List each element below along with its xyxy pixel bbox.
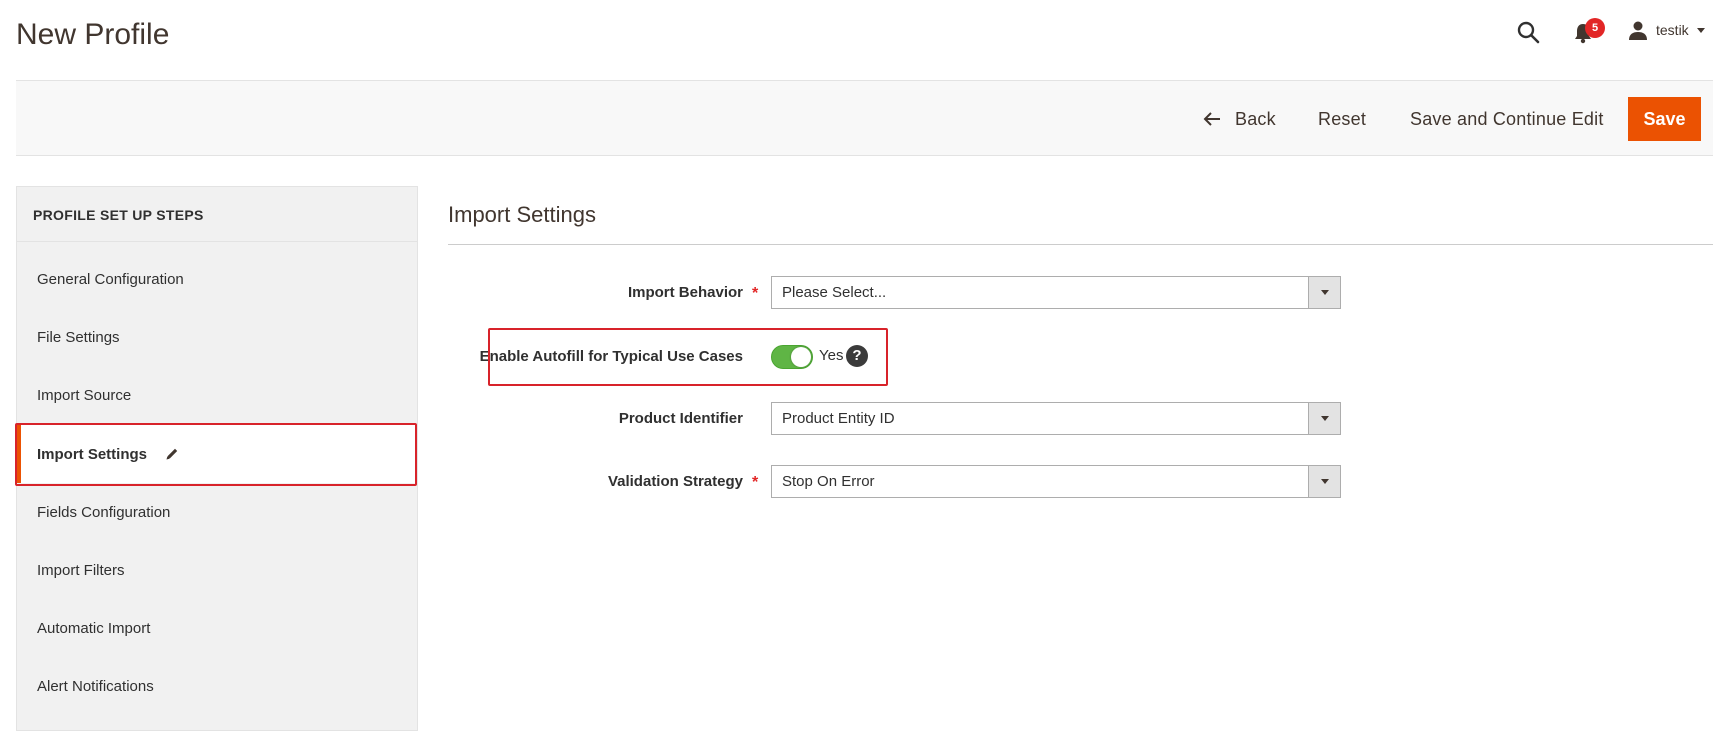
sidebar-item-label: File Settings xyxy=(37,328,120,346)
sidebar-item-label: Import Filters xyxy=(37,561,125,579)
page-header: New Profile 5 testik xyxy=(0,0,1728,80)
reset-button[interactable]: Reset xyxy=(1318,81,1366,157)
autofill-label: Enable Autofill for Typical Use Cases xyxy=(479,348,743,365)
user-account-menu[interactable]: testik xyxy=(1628,18,1705,42)
pencil-icon xyxy=(166,448,178,460)
select-arrow xyxy=(1308,277,1340,308)
import-behavior-label: Import Behavior xyxy=(627,284,743,301)
import-behavior-value: Please Select... xyxy=(782,284,887,301)
arrow-left-icon xyxy=(1203,112,1220,126)
product-identifier-label: Product Identifier xyxy=(618,410,743,427)
section-title: Import Settings xyxy=(448,202,596,227)
save-and-continue-button[interactable]: Save and Continue Edit xyxy=(1410,81,1604,157)
section-divider xyxy=(448,244,1713,245)
save-button[interactable]: Save xyxy=(1628,97,1701,141)
notifications-button[interactable]: 5 xyxy=(1573,18,1607,48)
sidebar-item-label: Alert Notifications xyxy=(37,677,154,695)
back-button-label: Back xyxy=(1235,108,1276,129)
required-marker: * xyxy=(752,285,759,302)
user-icon xyxy=(1629,21,1647,40)
chevron-down-icon xyxy=(1321,290,1329,295)
page-title: New Profile xyxy=(16,18,170,51)
validation-strategy-value: Stop On Error xyxy=(782,473,875,490)
chevron-down-icon xyxy=(1696,27,1705,33)
chevron-down-icon xyxy=(1321,416,1329,421)
import-behavior-select[interactable]: Please Select... xyxy=(771,276,1341,309)
search-icon[interactable] xyxy=(1516,20,1540,44)
autofill-toggle-value: Yes xyxy=(819,347,844,364)
sidebar-item-label: Automatic Import xyxy=(37,619,151,637)
sidebar-item-file-settings[interactable]: File Settings xyxy=(17,308,417,366)
setup-steps-sidebar: PROFILE SET UP STEPS General Configurati… xyxy=(16,186,418,731)
sidebar-title: PROFILE SET UP STEPS xyxy=(33,207,204,223)
required-marker: * xyxy=(752,474,759,491)
toggle-knob xyxy=(791,347,811,367)
validation-strategy-label: Validation Strategy xyxy=(607,473,743,490)
sidebar-item-import-source[interactable]: Import Source xyxy=(17,366,417,424)
autofill-toggle[interactable] xyxy=(771,345,813,369)
select-arrow xyxy=(1308,403,1340,434)
sidebar-item-alert-notifications[interactable]: Alert Notifications xyxy=(17,657,417,715)
sidebar-item-import-filters[interactable]: Import Filters xyxy=(17,541,417,599)
sidebar-item-label: Import Settings xyxy=(37,445,148,463)
chevron-down-icon xyxy=(1321,479,1329,484)
sidebar-divider xyxy=(17,241,417,242)
notification-count-badge: 5 xyxy=(1585,18,1605,38)
product-identifier-value: Product Entity ID xyxy=(782,410,895,427)
page-actions-toolbar: Back Reset Save and Continue Edit Save xyxy=(16,80,1713,156)
sidebar-item-automatic-import[interactable]: Automatic Import xyxy=(17,599,417,657)
sidebar-item-import-settings[interactable]: Import Settings xyxy=(17,425,417,483)
select-arrow xyxy=(1308,466,1340,497)
sidebar-item-general-configuration[interactable]: General Configuration xyxy=(17,250,417,308)
sidebar-item-label: Import Source xyxy=(37,386,132,404)
back-button[interactable]: Back xyxy=(1203,81,1276,157)
sidebar-item-label: Fields Configuration xyxy=(37,503,171,521)
sidebar-item-fields-configuration[interactable]: Fields Configuration xyxy=(17,483,417,541)
validation-strategy-select[interactable]: Stop On Error xyxy=(771,465,1341,498)
product-identifier-select[interactable]: Product Entity ID xyxy=(771,402,1341,435)
help-icon[interactable]: ? xyxy=(846,345,868,367)
sidebar-item-label: General Configuration xyxy=(37,270,184,288)
user-name: testik xyxy=(1656,22,1689,38)
